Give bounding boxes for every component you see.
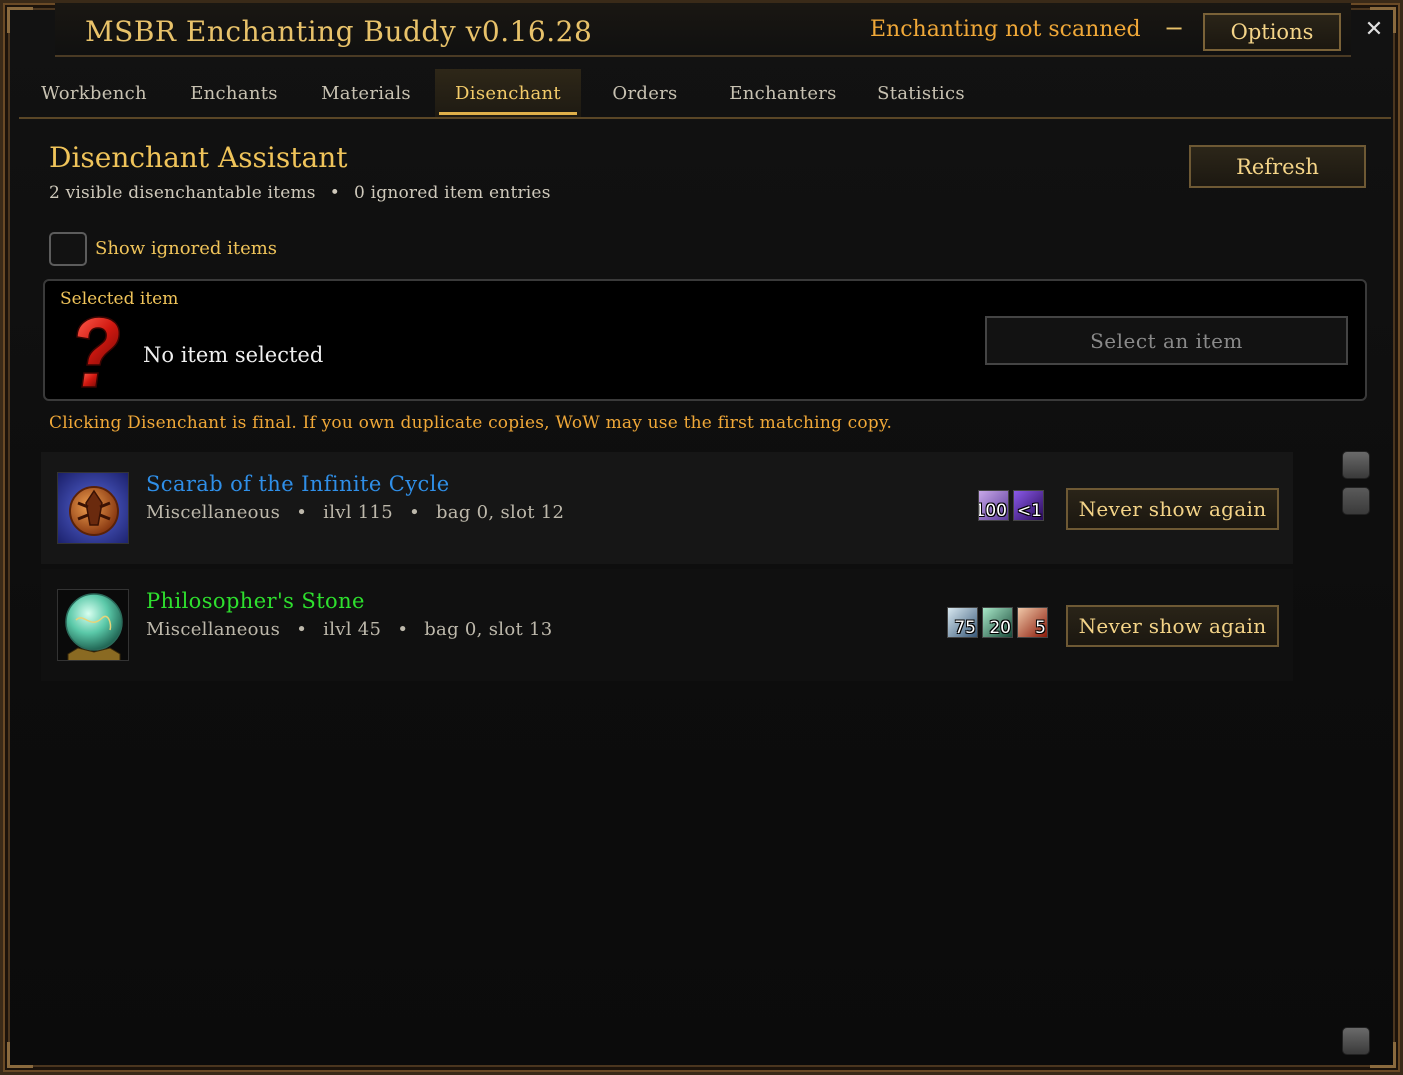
refresh-button[interactable]: Refresh (1189, 145, 1366, 188)
material-count: 20 (989, 618, 1011, 638)
selected-item-panel: Selected item No item selected Select an… (43, 279, 1367, 401)
separator: • (397, 619, 409, 640)
question-mark-icon (76, 316, 121, 388)
dust-icon: 75 (947, 607, 978, 638)
tab-enchanters[interactable]: Enchanters (719, 69, 847, 117)
tab-workbench[interactable]: Workbench (25, 69, 163, 117)
item-location: bag 0, slot 12 (435, 502, 565, 523)
material-list: 75 20 5 (947, 607, 1048, 641)
crystal-shard-icon: <1 (1013, 490, 1044, 521)
selected-item-heading: Selected item (60, 289, 179, 309)
frame-corner (1370, 1042, 1396, 1068)
show-ignored-checkbox[interactable] (49, 232, 87, 266)
tab-enchants[interactable]: Enchants (179, 69, 289, 117)
separator: • (296, 619, 308, 640)
essence-icon: 20 (982, 607, 1013, 638)
frame-corner (7, 1042, 33, 1068)
window-title: MSBR Enchanting Buddy v0.16.28 (85, 15, 593, 48)
no-item-text: No item selected (143, 343, 324, 367)
page-title: Disenchant Assistant (49, 141, 348, 174)
show-ignored-label[interactable]: Show ignored items (95, 238, 277, 259)
frame-corner (7, 7, 33, 33)
separator: • (296, 502, 308, 523)
material-count: 75 (954, 618, 976, 638)
item-ilvl: ilvl 45 (323, 619, 382, 640)
tab-disenchant[interactable]: Disenchant (435, 69, 581, 117)
orb-icon (57, 589, 129, 661)
material-count: 5 (1035, 618, 1046, 638)
select-item-button[interactable]: Select an item (985, 316, 1348, 365)
summary-line: 2 visible disenchantable items • 0 ignored… (49, 183, 551, 203)
list-item[interactable]: Philosopher's Stone Miscellaneous • ilvl 4… (41, 569, 1293, 681)
scarab-icon (57, 472, 129, 544)
dust-icon: 100 (978, 490, 1009, 521)
item-name[interactable]: Philosopher's Stone (146, 589, 365, 613)
item-location: bag 0, slot 13 (424, 619, 553, 640)
item-name[interactable]: Scarab of the Infinite Cycle (146, 472, 450, 496)
addon-window: MSBR Enchanting Buddy v0.16.28 Enchantin… (0, 0, 1403, 1075)
list-item[interactable]: Scarab of the Infinite Cycle Miscellaneo… (41, 452, 1293, 564)
ignored-count: 0 ignored item entries (353, 183, 551, 203)
tab-bar: Workbench Enchants Materials Disenchant … (19, 69, 1391, 119)
item-meta: Miscellaneous • ilvl 115 • bag 0, slot 12 (146, 502, 564, 523)
item-ilvl: ilvl 115 (323, 502, 394, 523)
scroll-up-button[interactable] (1342, 451, 1370, 479)
tab-orders[interactable]: Orders (595, 69, 695, 117)
separator: • (409, 502, 420, 523)
minimize-button[interactable]: − (1161, 13, 1187, 43)
item-type: Miscellaneous (146, 619, 281, 640)
scrollbar-thumb[interactable] (1342, 487, 1370, 515)
shard-icon: 5 (1017, 607, 1048, 638)
tab-materials[interactable]: Materials (311, 69, 421, 117)
material-count: <1 (1016, 501, 1042, 521)
material-list: 100 <1 (978, 490, 1044, 524)
never-show-again-button[interactable]: Never show again (1066, 488, 1279, 530)
scan-status: Enchanting not scanned (870, 17, 1141, 42)
never-show-again-button[interactable]: Never show again (1066, 605, 1279, 647)
close-button[interactable]: ✕ (1361, 17, 1387, 43)
disenchant-warning: Clicking Disenchant is final. If you own… (49, 413, 893, 433)
material-count: 100 (979, 501, 1007, 521)
options-button[interactable]: Options (1203, 13, 1341, 51)
separator: • (329, 183, 340, 203)
item-meta: Miscellaneous • ilvl 45 • bag 0, slot 13 (146, 619, 553, 640)
tab-statistics[interactable]: Statistics (865, 69, 977, 117)
scroll-down-button[interactable] (1342, 1027, 1370, 1055)
visible-count: 2 visible disenchantable items (49, 183, 316, 203)
item-type: Miscellaneous (146, 502, 281, 523)
